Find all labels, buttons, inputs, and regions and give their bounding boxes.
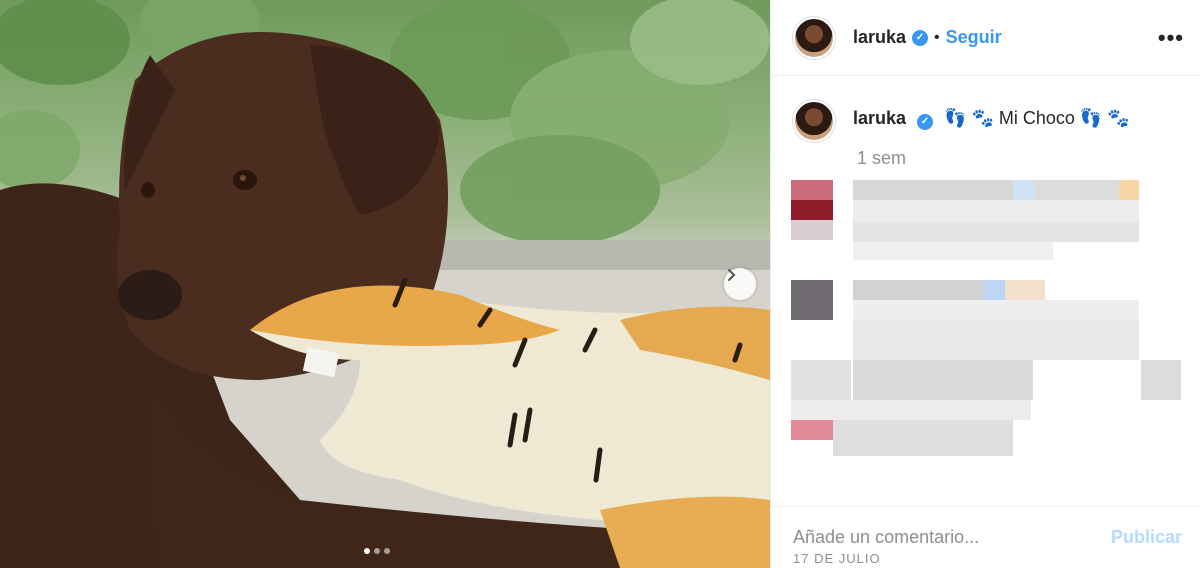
verified-badge-icon: ✓ bbox=[912, 29, 929, 46]
caption-row: laruka ✓ 👣 🐾 Mi Choco 👣 🐾 bbox=[793, 100, 1184, 142]
carousel-next-button[interactable] bbox=[724, 268, 756, 300]
dog-photo-illustration bbox=[0, 0, 770, 568]
chevron-right-icon bbox=[728, 269, 736, 281]
author-username[interactable]: laruka bbox=[853, 27, 906, 48]
caption-username[interactable]: laruka bbox=[853, 108, 906, 128]
more-options-icon[interactable]: ••• bbox=[1158, 25, 1184, 51]
carousel-dot bbox=[364, 548, 370, 554]
caption-text: laruka ✓ 👣 🐾 Mi Choco 👣 🐾 bbox=[853, 100, 1130, 131]
publish-button[interactable]: Publicar bbox=[1111, 527, 1182, 548]
carousel-dot bbox=[374, 548, 380, 554]
carousel-dot bbox=[384, 548, 390, 554]
header-separator: • bbox=[934, 28, 940, 46]
pixelated-comments bbox=[791, 180, 1200, 460]
post-header: laruka ✓ • Seguir ••• bbox=[771, 0, 1200, 76]
comment-input[interactable] bbox=[793, 527, 1111, 548]
author-avatar[interactable] bbox=[793, 16, 835, 59]
caption-avatar[interactable] bbox=[793, 100, 835, 142]
post-photo[interactable] bbox=[0, 0, 770, 568]
comment-form: Publicar bbox=[771, 506, 1200, 568]
comments-section: laruka ✓ 👣 🐾 Mi Choco 👣 🐾 1 sem 17 DE JU… bbox=[771, 76, 1200, 568]
instagram-post: laruka ✓ • Seguir ••• laruka ✓ 👣 🐾 Mi Ch… bbox=[0, 0, 1200, 568]
post-side-panel: laruka ✓ • Seguir ••• laruka ✓ 👣 🐾 Mi Ch… bbox=[770, 0, 1200, 568]
caption-body: 👣 🐾 Mi Choco 👣 🐾 bbox=[944, 108, 1130, 128]
caption-time: 1 sem bbox=[857, 148, 907, 168]
follow-button[interactable]: Seguir bbox=[946, 27, 1002, 48]
verified-badge-icon: ✓ bbox=[917, 114, 934, 130]
carousel-indicator bbox=[364, 548, 390, 554]
